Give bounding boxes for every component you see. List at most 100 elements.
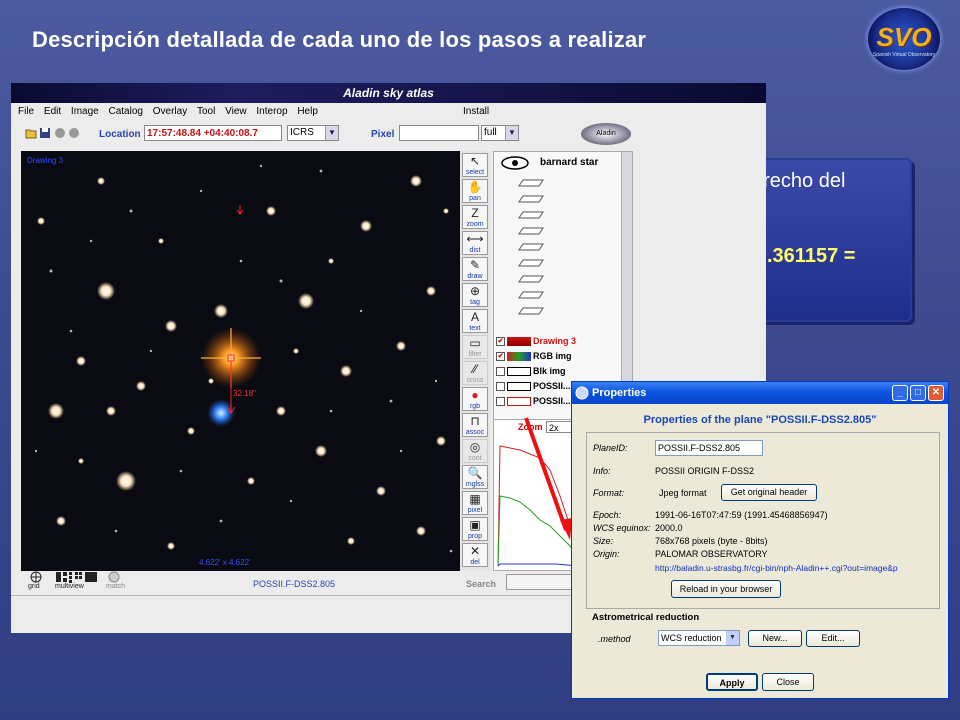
multiview-icon[interactable] — [55, 571, 99, 583]
menu-tool[interactable]: Tool — [197, 106, 215, 117]
svo-logo-subtext: Spanish Virtual Observatory — [872, 52, 936, 58]
text-icon: A — [470, 310, 479, 324]
size-label: Size: — [593, 536, 614, 546]
grid-icon[interactable] — [29, 571, 43, 583]
maximize-icon[interactable]: □ — [910, 385, 926, 401]
info-label: Info: — [593, 466, 611, 476]
search-input[interactable] — [506, 574, 576, 590]
layer-row[interactable]: ✔ Drawing 3 — [496, 334, 576, 348]
layer-rgb-icon — [507, 352, 531, 362]
reload-in-browser-button[interactable]: Reload in your browser — [671, 580, 781, 598]
zoom-label: Zoom — [518, 422, 543, 432]
distance-icon: ⟷ — [466, 232, 484, 246]
menu-edit[interactable]: Edit — [44, 106, 61, 117]
chevron-down-icon: ▼ — [726, 631, 739, 645]
tool-select[interactable]: ↖ select — [462, 153, 488, 177]
frame-select[interactable]: ICRS ▼ — [287, 125, 339, 141]
frame-select-value: ICRS — [290, 127, 314, 138]
format-value: Jpeg format — [659, 488, 707, 498]
pencil-icon: ✎ — [469, 258, 481, 272]
layer-row[interactable]: POSSII... — [496, 394, 571, 408]
layer-row[interactable]: Blk img — [496, 364, 566, 378]
layer-drawing-icon — [507, 337, 531, 347]
slide-title: Descripción detallada de cada uno de los… — [32, 27, 647, 52]
minimize-icon[interactable]: _ — [892, 385, 908, 401]
location-label: Location — [99, 129, 141, 140]
open-folder-icon[interactable] — [25, 127, 37, 139]
close-button[interactable]: Close — [762, 673, 814, 691]
status-plane-name: POSSII.F-DSS2.805 — [253, 579, 336, 589]
method-select[interactable]: WCS reduction ▼ — [658, 630, 740, 646]
tool-zoom[interactable]: Zzoom — [462, 205, 488, 229]
tool-pixel[interactable]: ▦ pixel — [462, 491, 488, 515]
layer-checkbox[interactable]: ✔ — [496, 337, 505, 347]
tool-del[interactable]: ✕ del — [462, 543, 488, 567]
menu-interop[interactable]: Interop — [256, 106, 287, 117]
epoch-value: 1991-06-16T07:47:59 (1991.45468856947) — [655, 510, 828, 520]
forward-icon[interactable] — [68, 127, 80, 139]
close-icon[interactable]: ✕ — [928, 385, 944, 401]
layer-checkbox[interactable] — [496, 397, 505, 407]
tool-cont[interactable]: ◎ cont — [462, 439, 488, 463]
menu-view[interactable]: View — [225, 106, 247, 117]
menu-install[interactable]: Install — [463, 103, 489, 121]
tool-assoc[interactable]: ⊓ assoc — [462, 413, 488, 437]
contour-icon: ◎ — [469, 440, 481, 454]
get-original-header-button[interactable]: Get original header — [721, 484, 817, 501]
plane-info-panel: PlaneID: POSSII.F-DSS2.805 Info: POSSII … — [586, 432, 940, 609]
plane-id-input[interactable]: POSSII.F-DSS2.805 — [655, 440, 763, 456]
menu-overlay[interactable]: Overlay — [153, 106, 187, 117]
match-label: match — [106, 583, 126, 590]
save-icon[interactable] — [39, 127, 51, 139]
tool-cross[interactable]: ⁄⁄ cross — [462, 361, 488, 385]
properties-title: Properties — [592, 387, 647, 399]
info-value: POSSII ORIGIN F-DSS2 — [655, 466, 755, 476]
tool-prop[interactable]: ▣ prop — [462, 517, 488, 541]
tool-mglss[interactable]: 🔍 mglss — [462, 465, 488, 489]
tool-filter[interactable]: ▭ filter — [462, 335, 488, 359]
cross-icon: ⁄⁄ — [472, 362, 477, 376]
menu-help[interactable]: Help — [297, 106, 318, 117]
eye-icon[interactable] — [500, 156, 530, 170]
layer-checkbox[interactable]: ✔ — [496, 352, 505, 362]
tag-icon: ⊕ — [469, 284, 481, 298]
astrometry-panel: Astrometrical reduction .method WCS redu… — [586, 608, 938, 654]
tool-rgb[interactable]: ● rgb — [462, 387, 488, 411]
tool-pan[interactable]: ✋ pan — [462, 179, 488, 203]
svo-logo: SVO Spanish Virtual Observatory — [868, 8, 940, 70]
layer-checkbox[interactable] — [496, 382, 505, 392]
aladin-title-bar: Aladin sky atlas — [11, 83, 766, 103]
hand-icon: ✋ — [467, 180, 483, 194]
wcs-equinox-label: WCS equinox: — [593, 523, 651, 533]
apply-button[interactable]: Apply — [706, 673, 758, 691]
zoom-icon: Z — [471, 206, 479, 220]
properties-heading: Properties of the plane "POSSII.F-DSS2.8… — [643, 414, 877, 426]
new-method-button[interactable]: New... — [748, 630, 802, 647]
tool-tag[interactable]: ⊕ tag — [462, 283, 488, 307]
star-field: Drawing 3 32.18" 4.622' x 4.622' — [27, 156, 453, 567]
edit-method-button[interactable]: Edit... — [806, 630, 860, 647]
epoch-label: Epoch: — [593, 510, 622, 520]
location-input[interactable]: 17:57:48.84 +04:40:08.7 — [144, 125, 282, 141]
menu-file[interactable]: File — [18, 106, 34, 117]
menu-catalog[interactable]: Catalog — [109, 106, 143, 117]
format-label: Format: — [593, 488, 625, 498]
pixel-input[interactable] — [399, 125, 479, 141]
aladin-app-icon — [575, 386, 589, 400]
layer-row[interactable]: POSSII... — [496, 379, 571, 393]
match-icon[interactable] — [107, 571, 121, 583]
tool-text[interactable]: Atext — [462, 309, 488, 333]
layer-row[interactable]: ✔ RGB img — [496, 349, 572, 363]
menu-image[interactable]: Image — [71, 106, 99, 117]
layer-checkbox[interactable] — [496, 367, 505, 377]
tool-draw[interactable]: ✎ draw — [462, 257, 488, 281]
select-icon: ↖ — [469, 154, 481, 168]
pixel-mode-select[interactable]: full ▼ — [481, 125, 519, 141]
pixel-label: Pixel — [371, 129, 395, 140]
origin-url-link[interactable]: http://baladin.u-strasbg.fr/cgi-bin/nph-… — [655, 563, 898, 573]
sky-view[interactable]: Drawing 3 32.18" 4.622' x 4.622' — [21, 151, 461, 571]
layer-image-icon — [507, 382, 531, 392]
tool-dist[interactable]: ⟷ dist — [462, 231, 488, 255]
back-icon[interactable] — [54, 127, 66, 139]
layer-image-icon — [507, 397, 531, 407]
